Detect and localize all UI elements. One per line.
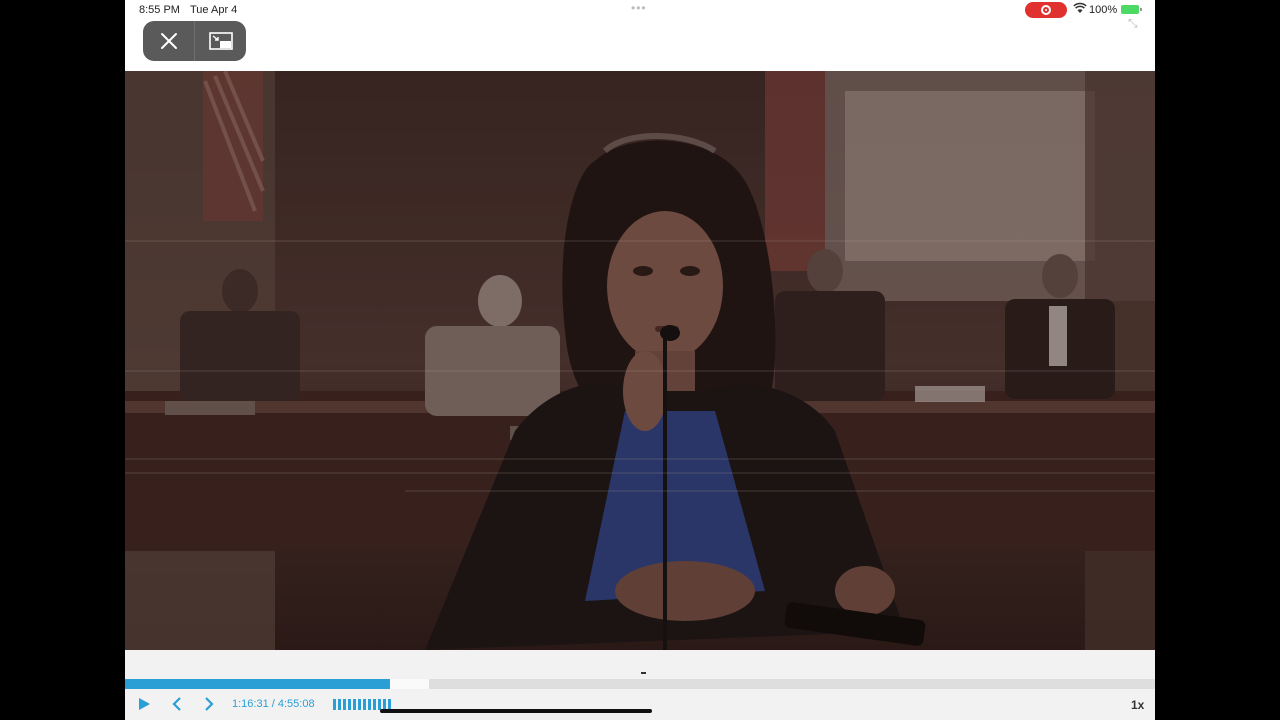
next-button[interactable] — [203, 694, 215, 714]
battery-percent: 100% — [1089, 4, 1118, 16]
close-icon — [160, 33, 177, 49]
picture-in-picture-icon — [208, 32, 233, 50]
volume-bar — [368, 699, 371, 710]
chevron-right-icon — [205, 697, 214, 711]
close-button[interactable] — [143, 21, 194, 61]
progress-played — [125, 679, 390, 689]
playback-speed-button[interactable]: 1x — [1131, 698, 1144, 712]
video-frame[interactable] — [125, 71, 1155, 650]
progress-bar[interactable] — [125, 679, 1155, 689]
volume-bar — [358, 699, 361, 710]
video-scene-image — [125, 71, 1155, 650]
wifi-icon — [1073, 2, 1087, 13]
status-bar: 8:55 PM Tue Apr 4 ••• 100% ⤡ — [125, 0, 1155, 30]
volume-bar — [338, 699, 341, 710]
time-display: 1:16:31 / 4:55:08 — [232, 698, 315, 710]
picture-in-picture-button[interactable] — [194, 21, 246, 61]
status-time: 8:55 PM — [139, 4, 180, 16]
multitasking-dots-icon[interactable]: ••• — [631, 1, 647, 15]
volume-bar — [363, 699, 366, 710]
previous-button[interactable] — [171, 694, 183, 714]
handle-dash — [641, 672, 646, 674]
volume-bar — [333, 699, 336, 710]
volume-bar — [373, 699, 376, 710]
ipad-screen: 8:55 PM Tue Apr 4 ••• 100% ⤡ 1:16:31 / 4… — [125, 0, 1155, 720]
play-button[interactable] — [137, 694, 151, 714]
volume-bar — [353, 699, 356, 710]
volume-bar — [348, 699, 351, 710]
play-icon — [139, 698, 150, 710]
chevron-left-icon — [172, 697, 181, 711]
screen-recording-icon[interactable] — [1025, 2, 1067, 18]
volume-bar — [343, 699, 346, 710]
battery-charging-icon — [1121, 5, 1142, 14]
video-top-controls — [143, 21, 246, 61]
status-date: Tue Apr 4 — [190, 4, 238, 16]
home-indicator[interactable] — [380, 709, 652, 713]
expand-icon[interactable]: ⤡ — [1128, 16, 1138, 31]
